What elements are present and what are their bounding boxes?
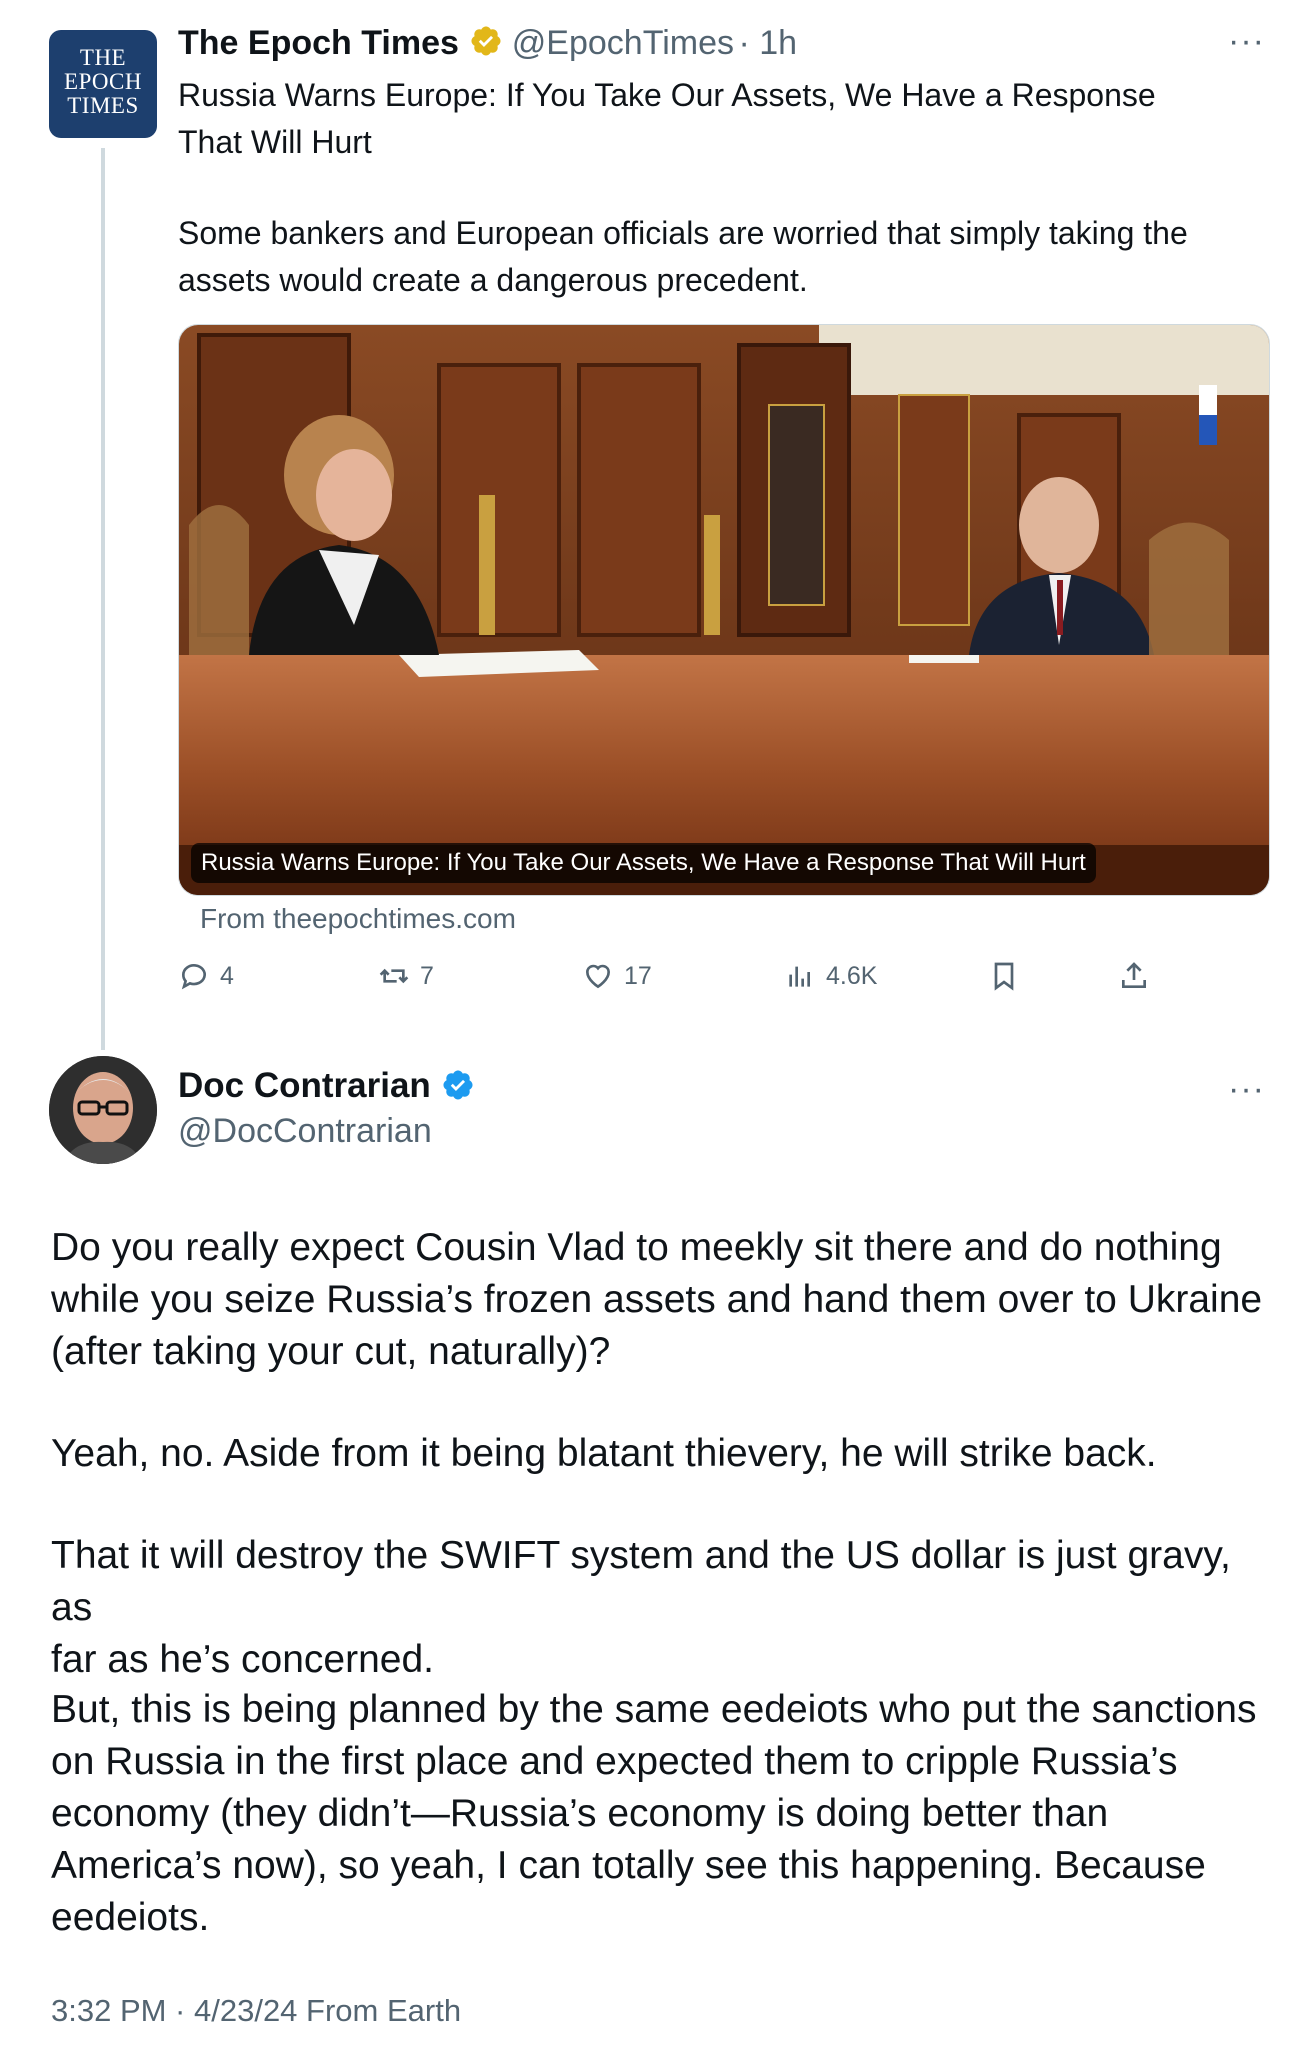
- tweet-line: America’s now), so yeah, I can totally s…: [51, 1844, 1206, 1887]
- headline-line: Russia Warns Europe: If You Take Our Ass…: [178, 77, 1156, 113]
- tweet-line: (after taking your cut, naturally)?: [51, 1330, 611, 1373]
- like-count: 17: [624, 961, 652, 990]
- reply-button[interactable]: 4: [178, 960, 234, 992]
- tweet-line: eedeiots.: [51, 1896, 210, 1939]
- avatar-logo-line: THE: [79, 45, 127, 70]
- tweet-line: on Russia in the first place and expecte…: [51, 1740, 1178, 1783]
- share-icon: [1122, 962, 1146, 988]
- tweet-line: Do you really expect Cousin Vlad to meek…: [51, 1226, 1222, 1269]
- doc-contrarian-avatar[interactable]: [49, 1056, 157, 1164]
- image-caption: Russia Warns Europe: If You Take Our Ass…: [191, 843, 1096, 883]
- quoted-summary: Some bankers and European officials are …: [178, 210, 1288, 304]
- repost-count: 7: [420, 961, 434, 990]
- views-button[interactable]: 4.6K: [784, 960, 877, 992]
- tweet-line: economy (they didn’t—Russia’s economy is…: [51, 1792, 1109, 1835]
- tweet-paragraph: Yeah, no. Aside from it being blatant th…: [51, 1428, 1281, 1480]
- author-handle[interactable]: @EpochTimes: [512, 24, 734, 62]
- tweet-line: That it will destroy the SWIFT system an…: [51, 1534, 1231, 1629]
- heart-icon: [585, 964, 611, 989]
- more-options-icon[interactable]: ···: [1228, 22, 1265, 61]
- author-handle[interactable]: @DocContrarian: [178, 1112, 432, 1151]
- tweet-paragraph: Do you really expect Cousin Vlad to meek…: [51, 1222, 1281, 1378]
- avatar-logo-line: EPOCH: [64, 69, 142, 94]
- post-timestamp[interactable]: 3:32 PM · 4/23/24 From Earth: [51, 1993, 461, 2029]
- reply-icon: [181, 964, 206, 990]
- repost-icon: [379, 968, 409, 984]
- author-name[interactable]: Doc Contrarian: [178, 1066, 431, 1105]
- thread-connector-line: [101, 148, 105, 1050]
- post-time[interactable]: · 1h: [738, 24, 797, 62]
- share-button[interactable]: [1118, 960, 1150, 992]
- blue-verified-icon: [443, 1070, 473, 1100]
- headline-line: That Will Hurt: [178, 124, 372, 160]
- avatar-logo-line: TIMES: [67, 93, 139, 118]
- quoted-headline: Russia Warns Europe: If You Take Our Ass…: [178, 72, 1278, 166]
- bookmark-button[interactable]: [988, 960, 1020, 992]
- tweet-paragraph: But, this is being planned by the same e…: [51, 1684, 1281, 1944]
- summary-line: Some bankers and European officials are …: [178, 215, 1188, 251]
- tweet-paragraph: That it will destroy the SWIFT system an…: [51, 1530, 1281, 1686]
- article-image-card[interactable]: Russia Warns Europe: If You Take Our Ass…: [178, 324, 1270, 896]
- kremlin-meeting-photo: [179, 325, 1269, 895]
- link-source[interactable]: From theepochtimes.com: [200, 903, 516, 935]
- tweet-line: Yeah, no. Aside from it being blatant th…: [51, 1432, 1157, 1475]
- epoch-times-avatar[interactable]: THE EPOCH TIMES: [49, 30, 157, 138]
- bookmark-icon: [994, 962, 1014, 991]
- repost-button[interactable]: 7: [378, 960, 434, 992]
- view-count: 4.6K: [826, 961, 878, 990]
- tweet-line: while you seize Russia’s frozen assets a…: [51, 1278, 1263, 1321]
- quoted-tweet-header: The Epoch Times @EpochTimes · 1h: [178, 24, 797, 63]
- more-options-icon[interactable]: ···: [1228, 1070, 1265, 1109]
- tweet-line: far as he’s concerned.: [51, 1638, 435, 1681]
- reply-count: 4: [220, 961, 234, 990]
- analytics-icon: [789, 966, 810, 987]
- author-name-row: Doc Contrarian: [178, 1066, 475, 1106]
- gold-verified-icon: [471, 26, 501, 56]
- profile-photo: [49, 1056, 157, 1164]
- tweet-line: But, this is being planned by the same e…: [51, 1688, 1257, 1731]
- summary-line: assets would create a dangerous preceden…: [178, 262, 808, 298]
- like-button[interactable]: 17: [582, 960, 652, 992]
- author-name[interactable]: The Epoch Times: [178, 24, 459, 62]
